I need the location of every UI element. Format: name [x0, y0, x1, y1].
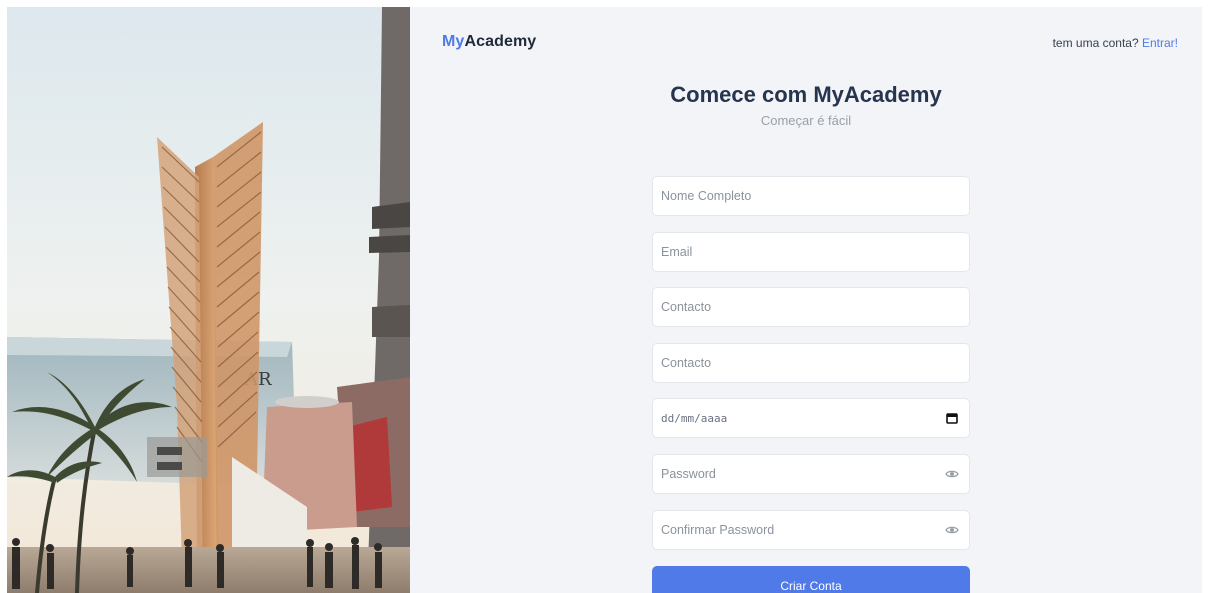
brand-logo-text: Academy [464, 33, 537, 50]
brand-logo-accent: My [442, 33, 465, 50]
confirm-password-input[interactable] [653, 510, 969, 549]
page-title: Comece com MyAcademy [670, 82, 942, 107]
login-prompt: tem uma conta? Entrar! [1053, 36, 1178, 50]
signup-form: dd/mm/aaaa [652, 176, 970, 593]
full-name-input[interactable] [653, 177, 969, 215]
contact-secondary-input[interactable] [653, 343, 969, 382]
architecture-photo: AR [7, 7, 410, 593]
signup-panel: MyAcademy tem uma conta? Entrar! Comece … [410, 7, 1202, 593]
email-input[interactable] [653, 232, 969, 271]
calendar-icon[interactable] [945, 411, 959, 425]
password-field [652, 453, 970, 494]
birth-date-field[interactable]: dd/mm/aaaa [652, 398, 970, 439]
email-field [652, 231, 970, 272]
login-prompt-text: tem uma conta? [1052, 36, 1139, 50]
create-account-button[interactable]: Criar Conta [652, 566, 970, 593]
contact-field [652, 287, 970, 328]
birth-date-input[interactable]: dd/mm/aaaa [653, 412, 969, 425]
contact-secondary-field [652, 342, 970, 383]
contact-input[interactable] [653, 288, 969, 327]
full-name-field [652, 176, 970, 216]
confirm-password-field [652, 509, 970, 550]
brand-logo[interactable]: MyAcademy [442, 33, 536, 51]
password-input[interactable] [653, 454, 969, 493]
page-frame: AR [7, 7, 1202, 593]
eye-icon[interactable] [945, 523, 959, 537]
login-link[interactable]: Entrar! [1142, 36, 1178, 50]
architecture-photo-illustration: AR [7, 7, 410, 593]
page-subtitle: Começar é fácil [760, 113, 852, 128]
eye-icon[interactable] [945, 467, 959, 481]
